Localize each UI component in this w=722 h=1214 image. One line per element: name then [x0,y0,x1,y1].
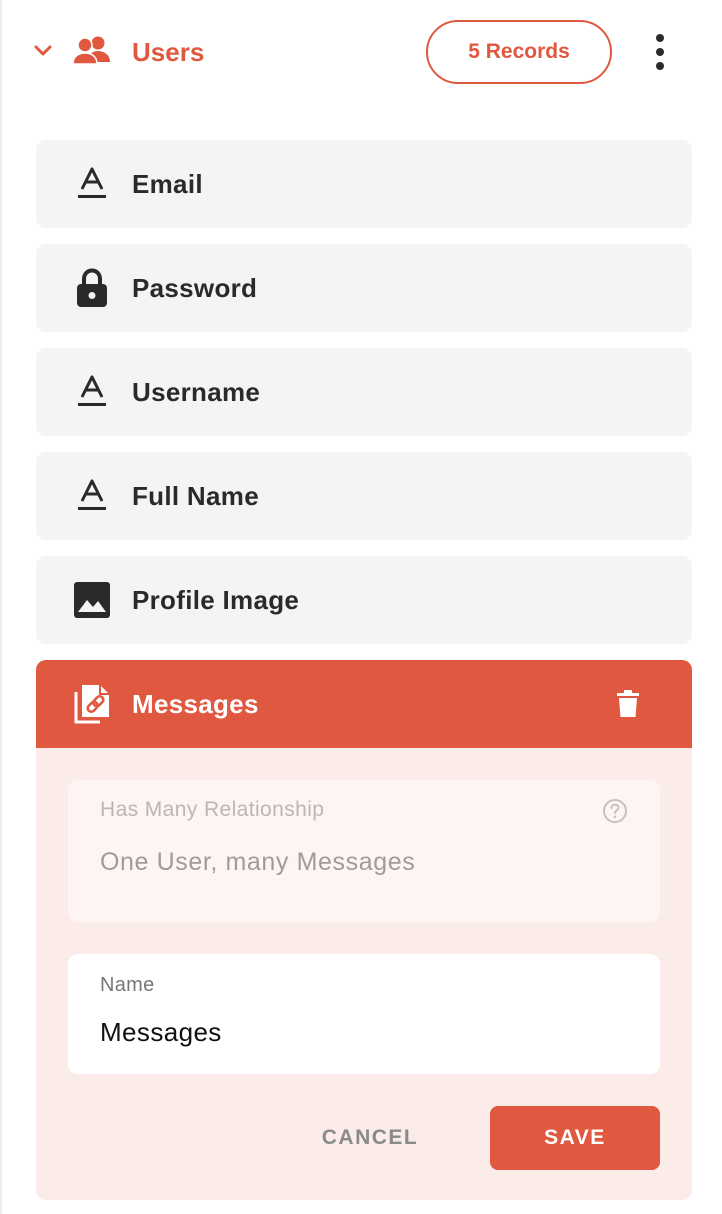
relationship-type-label: Has Many Relationship [100,798,325,821]
image-icon [72,580,112,620]
collection-panel: Users 5 Records Email Password Username … [0,0,722,1214]
collapse-toggle[interactable] [32,40,54,62]
users-icon [72,34,112,68]
collection-header: Users 5 Records [2,0,722,104]
field-row-username[interactable]: Username [36,348,692,436]
cancel-button[interactable]: CANCEL [302,1106,438,1170]
field-label: Password [132,273,258,303]
field-row-password[interactable]: Password [36,244,692,332]
collection-title: Users [132,37,205,67]
help-icon[interactable] [602,798,628,824]
field-row-messages[interactable]: Messages [36,660,692,748]
name-field-label: Name [100,974,155,996]
field-row-email[interactable]: Email [36,140,692,228]
lock-icon [72,268,112,308]
field-row-full-name[interactable]: Full Name [36,452,692,540]
field-editor-messages: Messages Has Many Relationship One User,… [36,660,692,1200]
relationship-icon [70,682,114,726]
text-field-icon [72,372,112,412]
save-button[interactable]: SAVE [490,1106,660,1170]
field-label: Messages [132,689,259,719]
field-label: Email [132,169,203,199]
relationship-type-field: Has Many Relationship One User, many Mes… [68,780,660,922]
field-label: Full Name [132,481,259,511]
field-row-profile-image[interactable]: Profile Image [36,556,692,644]
delete-field-button[interactable] [610,686,646,722]
trash-icon [617,690,639,717]
more-vertical-icon[interactable] [642,30,678,74]
field-label: Profile Image [132,585,300,615]
text-field-icon [72,164,112,204]
text-field-icon [72,476,112,516]
relationship-type-value: One User, many Messages [100,848,416,876]
name-input[interactable] [100,1012,640,1052]
chevron-down-icon [34,45,52,56]
field-label: Username [132,377,261,407]
records-count-button[interactable]: 5 Records [426,20,612,84]
name-field[interactable]: Name [68,954,660,1074]
